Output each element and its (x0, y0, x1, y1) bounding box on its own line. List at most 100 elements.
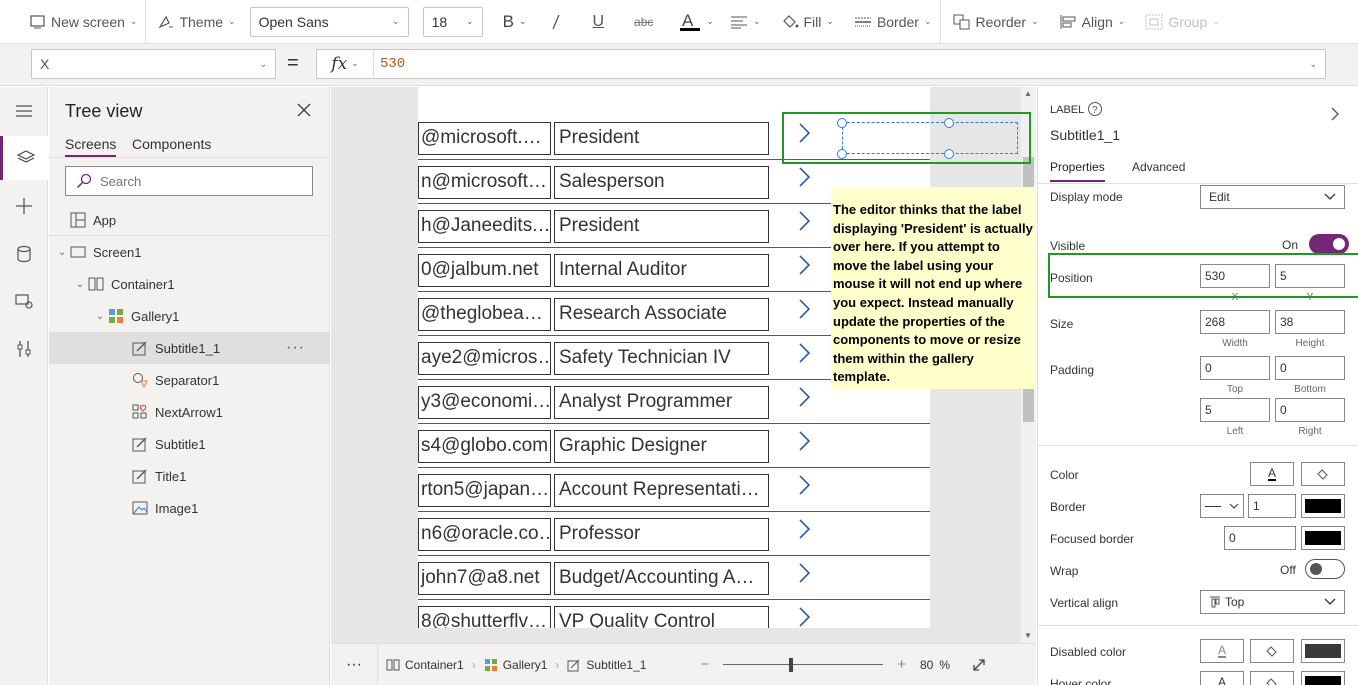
font-size-select[interactable]: 18 ⌄ (422, 6, 483, 37)
group-button[interactable]: Group ⌄ (1137, 0, 1227, 44)
focused-border-input[interactable]: 0 (1224, 526, 1296, 550)
more-options-icon[interactable]: ··· (286, 339, 305, 357)
tree-item-screen1[interactable]: ⌄ Screen1 (49, 236, 329, 268)
chevron-right-icon[interactable] (798, 430, 812, 452)
position-x-input[interactable]: 530 (1200, 264, 1270, 288)
height-input[interactable]: 38 (1275, 310, 1345, 334)
data-rail-button[interactable] (0, 232, 48, 276)
tree-item-container1[interactable]: ⌄ Container1 (49, 268, 329, 300)
media-rail-button[interactable] (0, 279, 48, 323)
gallery-email-label[interactable]: n@microsoft… (418, 166, 551, 199)
close-icon[interactable] (295, 101, 313, 119)
tab-components[interactable]: Components (132, 136, 211, 155)
gallery-email-label[interactable]: y3@economi… (418, 386, 551, 419)
chevron-down-icon[interactable]: ⌄ (73, 279, 87, 290)
bold-button[interactable]: B ⌄ (495, 0, 535, 44)
strikethrough-button[interactable]: abc (626, 0, 661, 44)
tree-item-image1[interactable]: Image1 (49, 492, 329, 524)
padding-top-input[interactable]: 0 (1200, 356, 1270, 380)
padding-bottom-input[interactable]: 0 (1275, 356, 1345, 380)
scroll-down-icon[interactable]: ▼ (1024, 631, 1032, 640)
tree-item-gallery1[interactable]: ⌄ Gallery1 (49, 300, 329, 332)
tree-search-box[interactable] (65, 166, 313, 196)
hover-fill-color-swatch[interactable] (1250, 671, 1294, 685)
chevron-right-icon[interactable] (798, 474, 812, 496)
formula-input[interactable]: fx ⌄ 530 ⌄ (316, 49, 1326, 79)
tab-properties[interactable]: Properties (1050, 160, 1105, 182)
reorder-button[interactable]: Reorder ⌄ (941, 0, 1047, 44)
chevron-right-icon[interactable] (798, 254, 812, 276)
formula-value[interactable]: 530 (374, 56, 1309, 72)
gallery-row[interactable]: s4@globo.com Graphic Designer (418, 424, 930, 468)
search-input[interactable] (100, 173, 300, 189)
tree-item-nextarrow1[interactable]: NextArrow1 (49, 396, 329, 428)
advanced-tools-rail-button[interactable] (0, 327, 48, 371)
wrap-toggle[interactable] (1305, 559, 1345, 579)
tab-advanced[interactable]: Advanced (1132, 160, 1185, 174)
disabled-border-color-swatch[interactable] (1301, 639, 1345, 663)
vertical-align-select[interactable]: Top (1200, 590, 1345, 614)
fill-button[interactable]: Fill ⌄ (773, 0, 842, 44)
gallery-title-label[interactable]: President (554, 210, 769, 243)
tree-item-title1[interactable]: Title1 (49, 460, 329, 492)
align-button[interactable]: Align ⌄ (1051, 0, 1134, 44)
breadcrumb-container1[interactable]: Container1 (377, 643, 472, 685)
zoom-in-button[interactable]: + (897, 656, 906, 673)
tree-item-separator1[interactable]: Separator1 (49, 364, 329, 396)
chevron-right-icon[interactable] (798, 606, 812, 628)
gallery-row[interactable]: rton5@japan… Account Representati… (418, 468, 930, 512)
tree-item-app[interactable]: App (49, 204, 329, 236)
breadcrumb-gallery1[interactable]: Gallery1 (476, 644, 556, 685)
border-button[interactable]: Border ⌄ (846, 0, 940, 44)
tree-item-subtitle1-1[interactable]: Subtitle1_1 ··· (49, 332, 329, 364)
new-screen-button[interactable]: New screen ⌄ (0, 0, 145, 44)
gallery-title-label[interactable]: Professor (554, 518, 769, 551)
breadcrumb-subtitle1-1[interactable]: Subtitle1_1 (559, 644, 654, 685)
tab-screens[interactable]: Screens (65, 136, 117, 157)
theme-button[interactable]: Theme ⌄ (146, 0, 243, 44)
position-y-input[interactable]: 5 (1275, 264, 1345, 288)
disabled-fill-color-swatch[interactable] (1250, 639, 1294, 663)
chevron-down-icon[interactable]: ⌄ (93, 311, 107, 322)
hamburger-menu-button[interactable] (0, 89, 48, 133)
gallery-title-label[interactable]: President (554, 122, 769, 155)
chevron-right-icon[interactable] (798, 210, 812, 232)
expand-formula-icon[interactable]: ⌄ (1309, 59, 1317, 70)
fill-color-swatch[interactable] (1301, 462, 1345, 486)
help-icon[interactable]: ? (1087, 101, 1103, 117)
gallery-email-label[interactable]: 0@jalbum.net (418, 254, 551, 287)
chevron-right-icon[interactable] (798, 518, 812, 540)
gallery-title-label[interactable]: VP Quality Control (554, 606, 769, 628)
gallery-email-label[interactable]: @microsoft.… (418, 122, 551, 155)
gallery-email-label[interactable]: s4@globo.com (418, 430, 551, 463)
tree-item-subtitle1[interactable]: Subtitle1 (49, 428, 329, 460)
border-width-input[interactable]: 1 (1248, 494, 1296, 518)
font-color-button[interactable]: A ⌄ (671, 0, 722, 44)
padding-right-input[interactable]: 0 (1275, 398, 1345, 422)
gallery-row[interactable]: john7@a8.net Budget/Accounting A… (418, 556, 930, 600)
gallery-email-label[interactable]: 8@shutterflv… (418, 606, 551, 628)
text-align-button[interactable]: ⌄ (722, 0, 769, 44)
expand-panel-icon[interactable] (1330, 106, 1340, 122)
focused-border-color-swatch[interactable] (1301, 526, 1345, 550)
gallery-title-label[interactable]: Account Representati… (554, 474, 769, 507)
text-color-swatch[interactable]: A (1250, 462, 1294, 486)
scroll-up-icon[interactable]: ▲ (1024, 89, 1032, 98)
gallery-title-label[interactable]: Research Associate (554, 298, 769, 331)
display-mode-select[interactable]: Edit (1200, 185, 1345, 209)
gallery-email-label[interactable]: john7@a8.net (418, 562, 551, 595)
gallery-email-label[interactable]: n6@oracle.co… (418, 518, 551, 551)
zoom-out-button[interactable]: − (700, 656, 709, 673)
gallery-email-label[interactable]: h@Janeedits.… (418, 210, 551, 243)
visible-toggle[interactable] (1309, 234, 1349, 254)
font-family-select[interactable]: Open Sans ⌄ (249, 6, 409, 37)
tree-view-rail-button[interactable] (0, 136, 48, 180)
gallery-title-label[interactable]: Internal Auditor (554, 254, 769, 287)
chevron-right-icon[interactable] (798, 298, 812, 320)
chevron-down-icon[interactable]: ⌄ (55, 247, 69, 258)
gallery-title-label[interactable]: Salesperson (554, 166, 769, 199)
italic-button[interactable] (542, 0, 570, 44)
chevron-right-icon[interactable] (798, 342, 812, 364)
function-button[interactable]: fx ⌄ (317, 50, 374, 78)
gallery-title-label[interactable]: Analyst Programmer (554, 386, 769, 419)
